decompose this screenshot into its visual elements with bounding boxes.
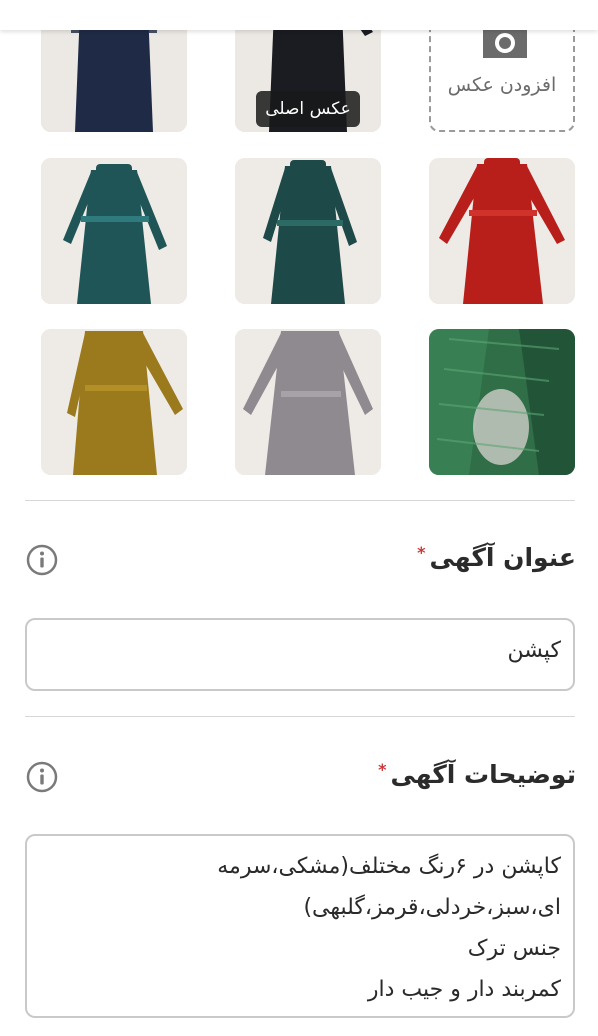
coat-photo [429, 158, 575, 304]
ad-title-label: عنوان آگهی [429, 543, 576, 572]
photo-thumbnail-mustard[interactable] [41, 329, 187, 475]
required-asterisk: * [417, 543, 426, 562]
photo-thumbnail-dark-green[interactable] [235, 158, 381, 304]
photo-thumbnail-teal[interactable] [41, 158, 187, 304]
info-icon[interactable] [26, 761, 58, 793]
coat-photo [235, 158, 381, 304]
photo-thumbnail-green-closeup[interactable] [429, 329, 575, 475]
ad-title-value: کپشن [507, 638, 562, 663]
ad-title-input[interactable]: کپشن [25, 618, 575, 691]
ad-description-textarea[interactable]: کاپشن در ۶رنگ مختلف(مشکی،سرمه ای،سبز،خرد… [25, 834, 575, 1018]
coat-photo [41, 329, 187, 475]
photo-thumbnail-silver-grey[interactable] [235, 329, 381, 475]
section-divider [25, 500, 575, 501]
ad-description-label: توضیحات آگهی [390, 760, 576, 789]
required-asterisk: * [378, 760, 387, 779]
add-photo-label: افزودن عکس [447, 74, 557, 96]
coat-photo [429, 329, 575, 475]
main-photo-badge: عکس اصلی [256, 91, 360, 127]
ad-description-heading: توضیحات آگهی* [378, 760, 576, 789]
coat-photo [235, 329, 381, 475]
photo-grid: عکس اصلی افزودن عکس [0, 0, 598, 480]
info-icon[interactable] [26, 544, 58, 576]
coat-photo [41, 158, 187, 304]
top-app-bar [0, 0, 598, 30]
ad-title-heading: عنوان آگهی* [417, 543, 576, 572]
photo-thumbnail-red[interactable] [429, 158, 575, 304]
section-divider [25, 716, 575, 717]
ad-description-value: کاپشن در ۶رنگ مختلف(مشکی،سرمه ای،سبز،خرد… [217, 854, 561, 1002]
